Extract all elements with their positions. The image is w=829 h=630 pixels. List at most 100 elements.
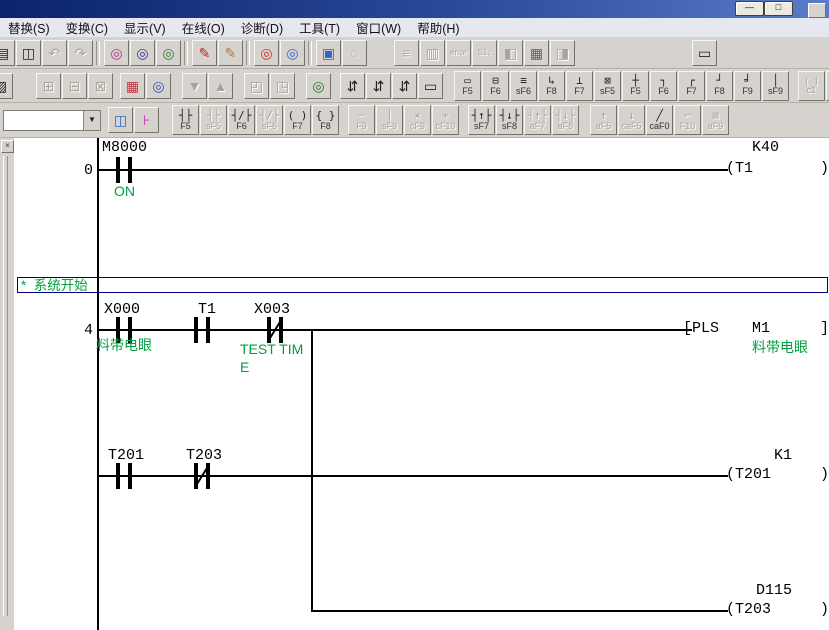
- menu-item-view[interactable]: 显示(V): [116, 17, 174, 38]
- sampling-trace-button[interactable]: ⊟: [62, 73, 87, 99]
- device-combobox-input[interactable]: [4, 111, 83, 130]
- hline-delete-button[interactable]: ×cF9: [404, 105, 431, 135]
- menu-item-online[interactable]: 在线(O): [174, 17, 233, 38]
- grid-blocks-button[interactable]: ▦: [524, 40, 549, 66]
- pulse-rising-button[interactable]: ┤↑├sF7: [468, 105, 495, 135]
- line-box-button[interactable]: ▭F5: [454, 71, 481, 101]
- instruction-label[interactable]: [PLS: [683, 321, 719, 337]
- line-corner-ur-button[interactable]: ┘F8: [706, 71, 733, 101]
- device-skip-button[interactable]: ⊠: [88, 73, 113, 99]
- pulse-rising-parallel-button[interactable]: ┤↑├aF7: [524, 105, 551, 135]
- comment-display-button[interactable]: ▭: [418, 73, 443, 99]
- window-jump-2-button[interactable]: ◳: [270, 73, 295, 99]
- instruction-button[interactable]: { }F8: [312, 105, 339, 135]
- time-chart-button[interactable]: ◎: [146, 73, 171, 99]
- contact-device-label[interactable]: M8000: [102, 140, 147, 156]
- coil-device-label[interactable]: (T1: [726, 161, 753, 177]
- contact-open-button[interactable]: ┤├F5: [172, 105, 199, 135]
- mdi-child-button[interactable]: [808, 3, 826, 18]
- instruction-device-label[interactable]: M1: [752, 321, 770, 337]
- menu-item-tools[interactable]: 工具(T): [291, 17, 348, 38]
- register-watch-2-button[interactable]: ⇵: [366, 73, 391, 99]
- line-cross-button[interactable]: ┼F5: [622, 71, 649, 101]
- undo-icon: ↶: [49, 46, 61, 60]
- paste-button[interactable]: ◫: [16, 40, 41, 66]
- project-list-button[interactable]: ≡: [394, 40, 419, 66]
- op-rising-button[interactable]: ↑aF5: [590, 105, 617, 135]
- redo-button[interactable]: ↷: [68, 40, 93, 66]
- window-jump-1-button[interactable]: ◰: [244, 73, 269, 99]
- register-watch-1-button[interactable]: ⇵: [340, 73, 365, 99]
- parameter-dialog-button[interactable]: ▭: [692, 40, 717, 66]
- page-find-button[interactable]: ◫: [108, 107, 133, 133]
- contact-device-label[interactable]: X000: [104, 302, 140, 318]
- device-test-button[interactable]: ▦: [120, 73, 145, 99]
- ladder-editor[interactable]: 0 M8000 ON K40 (T1 ) * 系统开始 4 X000 料带电眼 …: [14, 138, 829, 630]
- screen-setting-button[interactable]: ▣: [316, 40, 341, 66]
- coil-c1-button[interactable]: [ ]c1: [798, 71, 825, 101]
- menu-item-help[interactable]: 帮助(H): [409, 17, 467, 38]
- contact-closed-parallel-button[interactable]: ┤/├sF6: [256, 105, 283, 135]
- coil-out-button[interactable]: ( )F7: [284, 105, 311, 135]
- op-falling-button[interactable]: ↓caF5: [618, 105, 645, 135]
- restore-button[interactable]: □: [764, 1, 793, 16]
- error-check-button[interactable]: error: [446, 40, 471, 66]
- step-run-button[interactable]: ▼: [182, 73, 207, 99]
- menu-item-diagnostics[interactable]: 诊断(D): [233, 17, 291, 38]
- find-contact-coil-button[interactable]: ◎: [130, 40, 155, 66]
- menu-item-replace[interactable]: 替换(S): [0, 17, 58, 38]
- undo-button[interactable]: ↶: [42, 40, 67, 66]
- contact-device-label[interactable]: T1: [198, 302, 216, 318]
- ladder-test-button[interactable]: ▨: [0, 73, 13, 99]
- register-watch-3-button[interactable]: ⇵: [392, 73, 417, 99]
- project-tree-button[interactable]: ⊦: [134, 107, 159, 133]
- dock-close-icon[interactable]: ×: [1, 140, 14, 153]
- window-cascade-button[interactable]: ▥: [420, 40, 445, 66]
- line-box2-button[interactable]: ⊟F6: [482, 71, 509, 101]
- monitor-write-mode-button[interactable]: ✎: [218, 40, 243, 66]
- vline-write-button[interactable]: │sF9: [376, 105, 403, 135]
- tree-down-button[interactable]: ◨: [550, 40, 575, 66]
- find-device-123-button[interactable]: ◎: [156, 40, 181, 66]
- hline-write-button[interactable]: ─F9: [348, 105, 375, 135]
- contact-device-label[interactable]: T203: [186, 448, 222, 464]
- pulse-falling-button[interactable]: ┤↓├sF8: [496, 105, 523, 135]
- line-rows-button[interactable]: ≡sF6: [510, 71, 537, 101]
- contact-open-parallel-button[interactable]: ┤├sF5: [200, 105, 227, 135]
- step-stop-button[interactable]: ▲: [208, 73, 233, 99]
- coil-device-label[interactable]: (T201: [726, 467, 771, 483]
- find-step-button[interactable]: ◎: [280, 40, 305, 66]
- contact-device-label[interactable]: T201: [108, 448, 144, 464]
- statement-comment-row[interactable]: * 系统开始: [17, 277, 828, 293]
- rule-delete-button[interactable]: ⊠aF9: [702, 105, 729, 135]
- contact-device-label[interactable]: X003: [254, 302, 290, 318]
- line-corner-dr-button[interactable]: ┐F6: [650, 71, 677, 101]
- minimize-button[interactable]: —: [735, 1, 764, 16]
- line-xbox-button[interactable]: ⊠sF5: [594, 71, 621, 101]
- combobox-dropdown-icon[interactable]: ▼: [83, 111, 100, 130]
- find-device-button[interactable]: ◎: [104, 40, 129, 66]
- sort-s1-s9-button[interactable]: S1↓: [472, 40, 497, 66]
- line-tee-button[interactable]: ⊥F7: [566, 71, 593, 101]
- vline-delete-button[interactable]: ∗cF10: [432, 105, 459, 135]
- menu-item-convert[interactable]: 变换(C): [58, 17, 116, 38]
- refresh-button[interactable]: ◌: [342, 40, 367, 66]
- invert-result-button[interactable]: ╱caF0: [646, 105, 673, 135]
- line-branch-button[interactable]: ↳F8: [538, 71, 565, 101]
- coil-device-label[interactable]: (T203: [726, 602, 771, 618]
- rule-write-button[interactable]: ⌐F10: [674, 105, 701, 135]
- trace-button[interactable]: ⊞: [36, 73, 61, 99]
- monitor-mode-button[interactable]: ◎: [306, 73, 331, 99]
- line-double-button[interactable]: ╛F9: [734, 71, 761, 101]
- dock-grip[interactable]: [3, 156, 8, 616]
- pulse-falling-parallel-button[interactable]: ┤↓├aF8: [552, 105, 579, 135]
- write-mode-button[interactable]: ✎: [192, 40, 217, 66]
- find-string-button[interactable]: ◎: [254, 40, 279, 66]
- device-combobox[interactable]: ▼: [3, 110, 101, 131]
- line-corner-dl-button[interactable]: ┌F7: [678, 71, 705, 101]
- copy-button[interactable]: ▤: [0, 40, 15, 66]
- line-vertical-button[interactable]: │sF9: [762, 71, 789, 101]
- contact-closed-button[interactable]: ┤/├F6: [228, 105, 255, 135]
- split-window-button[interactable]: ◧: [498, 40, 523, 66]
- menu-item-window[interactable]: 窗口(W): [348, 17, 409, 38]
